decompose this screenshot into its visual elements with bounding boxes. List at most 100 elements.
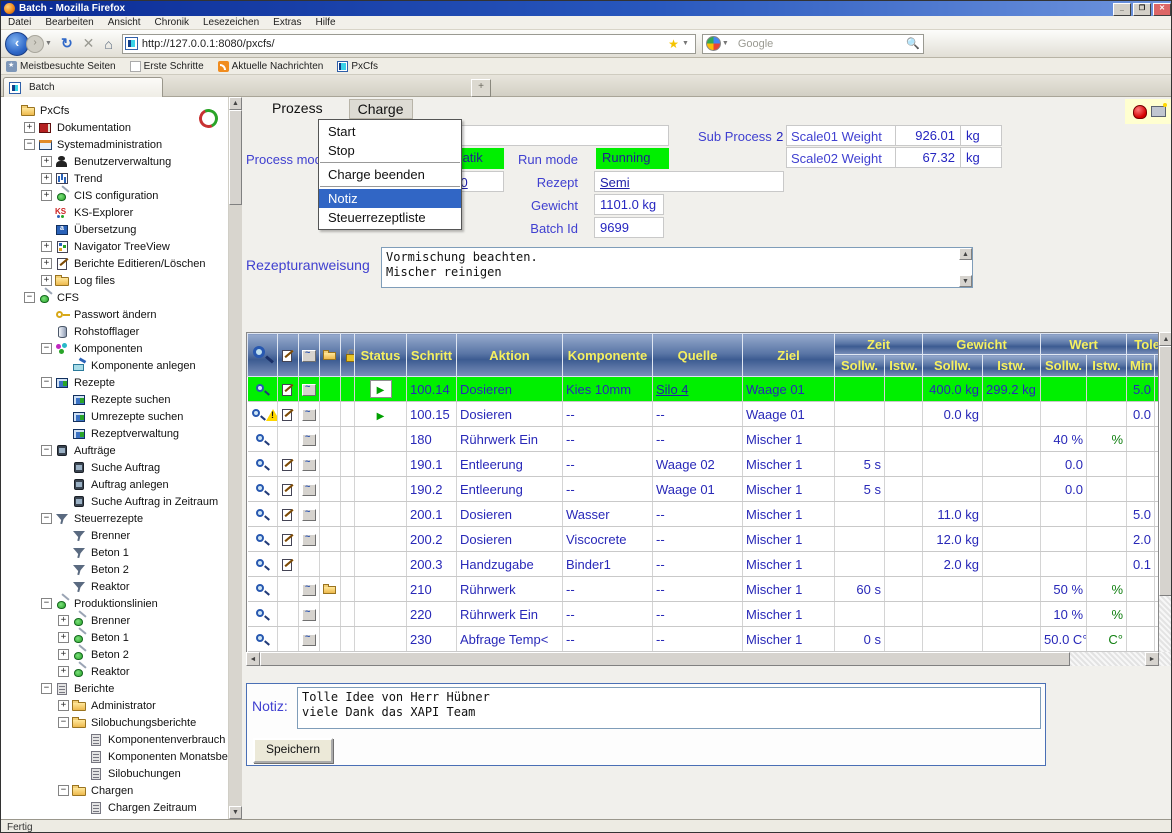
header-folder-icon[interactable]: [320, 334, 341, 377]
plus-expander-icon[interactable]: +: [41, 156, 52, 167]
edit-icon[interactable]: [281, 483, 296, 497]
tree-item-rezepte-suchen[interactable]: +Rezepte suchen: [1, 391, 229, 408]
table-row[interactable]: ▶100.14DosierenKies 10mmSilo 4Waage 0140…: [248, 377, 1160, 402]
header-trend-icon[interactable]: [299, 334, 320, 377]
browser-menu-datei[interactable]: Datei: [1, 17, 38, 28]
tree-item-komponentenverbrauch[interactable]: +Komponentenverbrauch: [1, 731, 229, 748]
minus-expander-icon[interactable]: −: [58, 717, 69, 728]
browser-menu-ansicht[interactable]: Ansicht: [101, 17, 148, 28]
minus-expander-icon[interactable]: −: [41, 445, 52, 456]
tree-item-brenner[interactable]: +Brenner: [1, 527, 229, 544]
table-row[interactable]: 190.1Entleerung--Waage 02Mischer 15 s0.0: [248, 452, 1160, 477]
menu-item-charge-beenden[interactable]: Charge beenden: [319, 165, 461, 184]
tree-item-komponenten-monatsbericht[interactable]: +Komponenten Monatsbericht: [1, 748, 229, 765]
plus-expander-icon[interactable]: +: [41, 241, 52, 252]
sub-header-sollw[interactable]: Sollw.: [923, 355, 983, 377]
edit-icon[interactable]: [281, 533, 296, 547]
magnifier-icon[interactable]: [255, 558, 270, 572]
plus-expander-icon[interactable]: +: [41, 275, 52, 286]
close-button[interactable]: ✕: [1153, 3, 1171, 16]
bookmark-item[interactable]: Aktuelle Nachrichten: [218, 61, 324, 72]
header-edit-icon[interactable]: [278, 334, 299, 377]
tree-item-cis-configuration[interactable]: +CIS configuration: [1, 187, 229, 204]
minus-expander-icon[interactable]: −: [58, 785, 69, 796]
sidebar-scrollbar[interactable]: ▲ ▼: [229, 97, 242, 819]
trend-icon[interactable]: [302, 508, 317, 522]
tree-item-steuerrezepte[interactable]: −Steuerrezepte: [1, 510, 229, 527]
magnifier-icon[interactable]: [255, 633, 270, 647]
search-icon[interactable]: 🔍: [906, 37, 920, 50]
tree-item--bersetzung[interactable]: +Übersetzung: [1, 221, 229, 238]
column-header-aktion[interactable]: Aktion: [457, 334, 563, 377]
edit-icon[interactable]: [281, 458, 296, 472]
table-row[interactable]: 220Rührwerk Ein----Mischer 110 %%: [248, 602, 1160, 627]
tree-item-berichte-editieren-l-schen[interactable]: +Berichte Editieren/Löschen: [1, 255, 229, 272]
browser-menu-chronik[interactable]: Chronik: [148, 17, 196, 28]
table-row[interactable]: 190.2Entleerung--Waage 01Mischer 15 s0.0: [248, 477, 1160, 502]
tree-item-reaktor[interactable]: +Reaktor: [1, 663, 229, 680]
trend-icon[interactable]: [302, 383, 317, 397]
column-header-ziel[interactable]: Ziel: [743, 334, 835, 377]
plus-expander-icon[interactable]: +: [58, 632, 69, 643]
tree-item-benutzerverwaltung[interactable]: +Benutzerverwaltung: [1, 153, 229, 170]
url-dropdown-icon[interactable]: ▼: [682, 40, 689, 47]
plus-expander-icon[interactable]: +: [41, 258, 52, 269]
minus-expander-icon[interactable]: −: [41, 598, 52, 609]
tree-item-beton-2[interactable]: +Beton 2: [1, 646, 229, 663]
home-button[interactable]: ⌂: [104, 36, 112, 52]
sub-header-min[interactable]: Min: [1127, 355, 1155, 377]
minus-expander-icon[interactable]: −: [24, 292, 35, 303]
table-row[interactable]: 200.2DosierenViscocrete--Mischer 112.0 k…: [248, 527, 1160, 552]
trend-icon[interactable]: [302, 633, 317, 647]
tree-item-navigator-treeview[interactable]: +Navigator TreeView: [1, 238, 229, 255]
tree-item-passwort-ndern[interactable]: +Passwort ändern: [1, 306, 229, 323]
edit-icon[interactable]: [281, 408, 296, 422]
tree-item-cfs[interactable]: −CFS: [1, 289, 229, 306]
folder-icon[interactable]: [323, 583, 338, 597]
magnifier-icon[interactable]: [255, 533, 270, 547]
url-bar[interactable]: http://127.0.0.1:8080/pxcfs/ ★ ▼: [122, 34, 696, 54]
sub-header-sollw[interactable]: Sollw.: [1041, 355, 1087, 377]
app-menu-charge[interactable]: Charge: [349, 99, 413, 119]
history-dropdown-icon[interactable]: ▼: [45, 40, 52, 47]
tree-item-pxcfs[interactable]: +PxCfs: [1, 102, 229, 119]
scroll-down-icon[interactable]: ▼: [959, 275, 972, 287]
trend-icon[interactable]: [302, 583, 317, 597]
magnifier-icon[interactable]: [255, 458, 270, 472]
column-header-komponente[interactable]: Komponente: [563, 334, 653, 377]
column-header-quelle[interactable]: Quelle: [653, 334, 743, 377]
bookmark-star-icon[interactable]: ★: [668, 37, 679, 51]
plus-expander-icon[interactable]: +: [41, 173, 52, 184]
bookmark-item[interactable]: Erste Schritte: [130, 61, 204, 72]
printer-icon[interactable]: [1151, 106, 1166, 117]
table-row[interactable]: 180Rührwerk Ein----Mischer 140 %%: [248, 427, 1160, 452]
maximize-button[interactable]: ❐: [1133, 3, 1151, 16]
tree-item-produktionslinien[interactable]: −Produktionslinien: [1, 595, 229, 612]
minus-expander-icon[interactable]: −: [41, 683, 52, 694]
trend-icon[interactable]: [302, 483, 317, 497]
tree-item-suche-auftrag-in-zeitraum[interactable]: +Suche Auftrag in Zeitraum: [1, 493, 229, 510]
menu-item-notiz[interactable]: Notiz: [319, 189, 461, 208]
table-row[interactable]: ▶100.15Dosieren----Waage 010.0 kg0.0: [248, 402, 1160, 427]
search-placeholder[interactable]: Google: [738, 38, 906, 50]
tree-item-komponente-anlegen[interactable]: +Komponente anlegen: [1, 357, 229, 374]
tree-item-beton-1[interactable]: +Beton 1: [1, 629, 229, 646]
tree-item-chargen-zeitraum[interactable]: +Chargen Zeitraum: [1, 799, 229, 816]
plus-expander-icon[interactable]: +: [58, 666, 69, 677]
magnifier-icon[interactable]: [255, 383, 270, 397]
notiz-textarea[interactable]: Tolle Idee von Herr Hübner viele Dank da…: [297, 687, 1041, 729]
rezepturanweisung-textarea[interactable]: Vormischung beachten. Mischer reinigen ▲…: [381, 247, 973, 288]
new-tab-button[interactable]: +: [471, 79, 491, 97]
tree-item-silobuchungsberichte[interactable]: −Silobuchungsberichte: [1, 714, 229, 731]
menu-item-stop[interactable]: Stop: [319, 141, 461, 160]
minus-expander-icon[interactable]: −: [41, 343, 52, 354]
browser-menu-lesezeichen[interactable]: Lesezeichen: [196, 17, 266, 28]
search-engine-dropdown-icon[interactable]: ▼: [722, 40, 729, 47]
plus-expander-icon[interactable]: +: [24, 122, 35, 133]
magnifier-icon[interactable]: [255, 583, 270, 597]
quelle-link[interactable]: Silo 4: [656, 382, 689, 397]
browser-menu-bearbeiten[interactable]: Bearbeiten: [38, 17, 100, 28]
table-row[interactable]: 210Rührwerk----Mischer 160 s50 %%: [248, 577, 1160, 602]
tree-item-systemadministration[interactable]: −Systemadministration: [1, 136, 229, 153]
magnifier-icon[interactable]: [251, 408, 266, 422]
